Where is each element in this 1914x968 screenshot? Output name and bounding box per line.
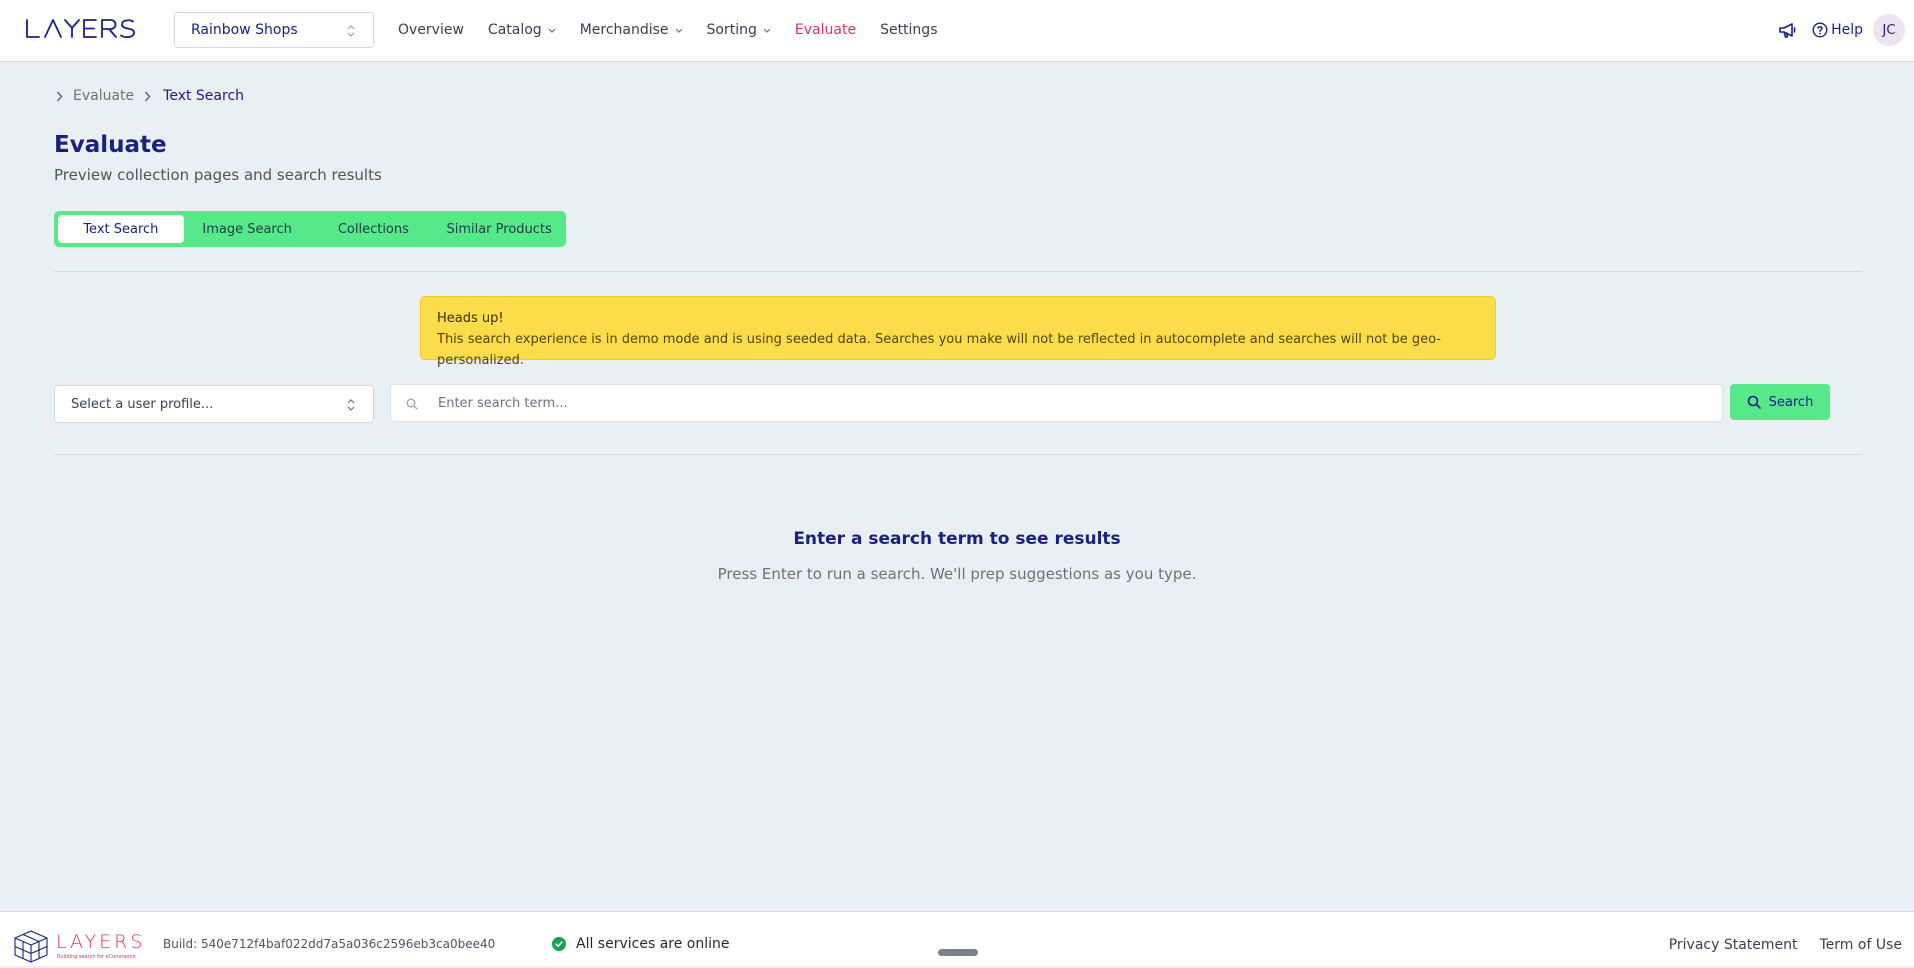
results-divider xyxy=(54,454,1862,455)
breadcrumb: Evaluate Text Search xyxy=(56,88,244,104)
tab-collections[interactable]: Collections xyxy=(311,215,437,243)
layers-logo[interactable] xyxy=(25,18,147,42)
alert-title: Heads up! xyxy=(437,311,504,326)
nav-catalog[interactable]: Catalog xyxy=(488,22,556,38)
footer: LAYERS Building search for eCommerce Bui… xyxy=(0,911,1914,966)
chevron-right-icon xyxy=(57,91,63,101)
nav-merchandise[interactable]: Merchandise xyxy=(580,22,683,38)
evaluate-tabs: Text Search Image Search Collections Sim… xyxy=(54,211,566,247)
chevron-right-icon xyxy=(145,91,151,101)
alert-message: This search experience is in demo mode a… xyxy=(437,332,1441,368)
empty-state-subtitle: Press Enter to run a search. We'll prep … xyxy=(717,565,1197,583)
chevron-down-icon xyxy=(763,28,771,33)
build-hash: Build: 540e712f4baf022dd7a5a036c2596eb3c… xyxy=(163,937,496,951)
nav-overview-label: Overview xyxy=(398,22,464,38)
nav-sorting[interactable]: Sorting xyxy=(707,22,771,38)
nav-evaluate[interactable]: Evaluate xyxy=(795,22,856,38)
top-navbar: Rainbow Shops Overview Catalog Merchandi… xyxy=(0,0,1914,62)
user-profile-placeholder: Select a user profile... xyxy=(71,396,214,412)
help-link[interactable]: Help xyxy=(1812,22,1863,38)
layers-cube-logo-icon xyxy=(14,930,48,963)
tab-similar-products[interactable]: Similar Products xyxy=(436,215,562,243)
search-button-label: Search xyxy=(1768,394,1814,410)
user-profile-select[interactable]: Select a user profile... xyxy=(54,385,374,423)
nav-settings[interactable]: Settings xyxy=(880,22,937,38)
nav-overview[interactable]: Overview xyxy=(398,22,464,38)
section-divider xyxy=(54,271,1862,272)
chevron-down-icon xyxy=(675,28,682,33)
footer-logo: LAYERS Building search for eCommerce xyxy=(12,928,142,968)
layers-logo-wordmark xyxy=(26,19,135,38)
search-input[interactable] xyxy=(438,385,1708,421)
search-field[interactable] xyxy=(390,384,1723,422)
tab-text-search[interactable]: Text Search xyxy=(58,215,184,243)
nav-catalog-label: Catalog xyxy=(487,22,542,38)
breadcrumb-evaluate[interactable]: Evaluate xyxy=(73,88,134,104)
page-title: Evaluate xyxy=(54,132,167,158)
nav-merchandise-label: Merchandise xyxy=(579,22,669,38)
updown-chevron-icon xyxy=(347,399,355,411)
tab-image-search[interactable]: Image Search xyxy=(184,215,311,243)
empty-state-title: Enter a search term to see results xyxy=(793,529,1121,549)
user-avatar[interactable]: JC xyxy=(1873,14,1905,46)
check-circle-icon xyxy=(552,937,566,951)
breadcrumb-text-search: Text Search xyxy=(163,88,245,104)
service-status-label: All services are online xyxy=(576,936,730,952)
updown-chevron-icon xyxy=(347,25,355,37)
drawer-handle[interactable] xyxy=(938,949,978,956)
demo-mode-alert: Heads up! This search experience is in d… xyxy=(420,296,1496,368)
nav-sorting-label: Sorting xyxy=(706,22,757,38)
search-icon xyxy=(406,398,418,410)
footer-logo-tagline: Building search for eCommerce xyxy=(57,954,136,960)
nav-evaluate-label: Evaluate xyxy=(794,22,857,38)
terms-of-use-link[interactable]: Term of Use xyxy=(1820,937,1902,953)
nav-settings-label: Settings xyxy=(880,22,938,38)
footer-logo-wordmark: LAYERS xyxy=(56,931,146,953)
help-label: Help xyxy=(1831,22,1863,38)
main-nav: Overview Catalog Merchandise Sorting Eva… xyxy=(398,0,961,60)
megaphone-icon[interactable] xyxy=(1778,21,1798,39)
privacy-statement-link[interactable]: Privacy Statement xyxy=(1669,937,1798,953)
header-actions: Help JC xyxy=(1778,0,1914,60)
shop-selector[interactable]: Rainbow Shops xyxy=(174,12,374,48)
chevron-down-icon xyxy=(548,28,556,33)
question-circle-icon xyxy=(1812,22,1828,38)
service-status[interactable]: All services are online xyxy=(552,936,730,952)
page-subtitle: Preview collection pages and search resu… xyxy=(54,166,382,184)
search-button[interactable]: Search xyxy=(1730,384,1830,420)
footer-links: Privacy Statement Term of Use xyxy=(1647,937,1902,953)
shop-selector-value: Rainbow Shops xyxy=(191,22,298,38)
search-icon xyxy=(1747,395,1761,409)
